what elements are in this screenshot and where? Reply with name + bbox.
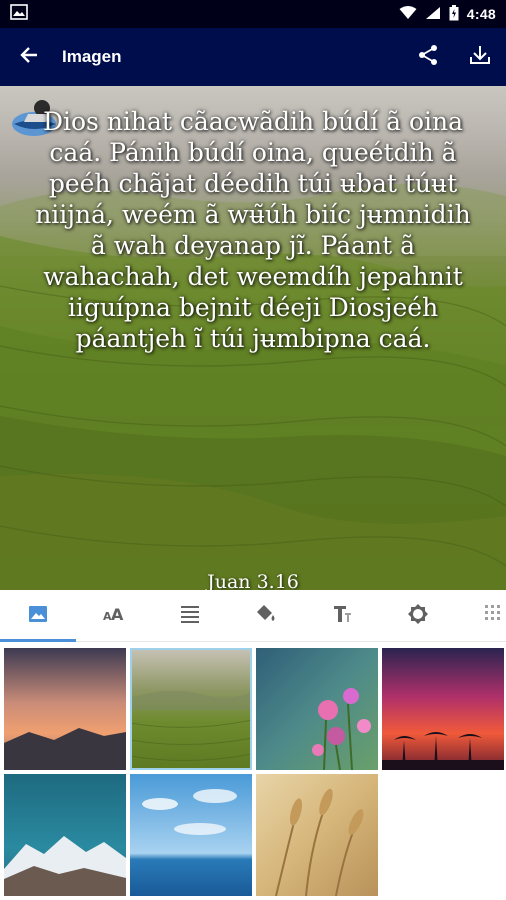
page-title: Imagen (62, 47, 122, 66)
image-icon (10, 3, 28, 25)
app-bar: Imagen (0, 28, 506, 86)
align-icon (180, 605, 200, 628)
tab-text-style[interactable] (304, 590, 380, 642)
verse-image-preview[interactable]: Dios nihat cãacwãdih búdí ã oina caá. Pá… (0, 86, 506, 590)
editor-tabs: AA (0, 590, 506, 642)
svg-text:A: A (111, 605, 124, 623)
tab-brightness[interactable] (380, 590, 456, 642)
image-icon (28, 604, 48, 629)
background-thumb-pink-flowers[interactable] (256, 648, 378, 770)
text-size-icon: AA (103, 605, 125, 628)
tab-texture[interactable] (456, 590, 506, 642)
tab-text-align[interactable] (152, 590, 228, 642)
texture-icon (484, 604, 504, 629)
verse-reference: Juan 3.16 (207, 571, 299, 590)
arrow-left-icon (19, 45, 39, 70)
tab-text-size[interactable]: AA (76, 590, 152, 642)
verse-text: Dios nihat cãacwãdih búdí ã oina caá. Pá… (35, 107, 471, 353)
status-time: 4:48 (466, 6, 496, 22)
brightness-icon (407, 603, 429, 630)
share-button[interactable] (402, 28, 454, 86)
status-bar: 4:48 (0, 0, 506, 28)
background-thumb-wheat-field[interactable] (256, 774, 378, 896)
text-style-icon (332, 604, 352, 629)
background-thumb-sky-sea[interactable] (130, 774, 252, 896)
background-thumb-sunset-mountains[interactable] (4, 648, 126, 770)
back-button[interactable] (0, 28, 58, 86)
background-thumb-snow-mountain[interactable] (4, 774, 126, 896)
download-button[interactable] (454, 28, 506, 86)
share-icon (417, 44, 439, 71)
tab-text-color[interactable] (228, 590, 304, 642)
wifi-icon (399, 5, 417, 23)
signal-icon (425, 6, 441, 23)
download-icon (469, 44, 491, 71)
paint-bucket-icon (255, 604, 277, 629)
battery-icon (449, 4, 459, 24)
background-grid (0, 644, 506, 900)
tab-background-image[interactable] (0, 590, 76, 642)
background-thumb-palm-sunset[interactable] (382, 648, 504, 770)
background-thumb-green-hills[interactable] (130, 648, 252, 770)
